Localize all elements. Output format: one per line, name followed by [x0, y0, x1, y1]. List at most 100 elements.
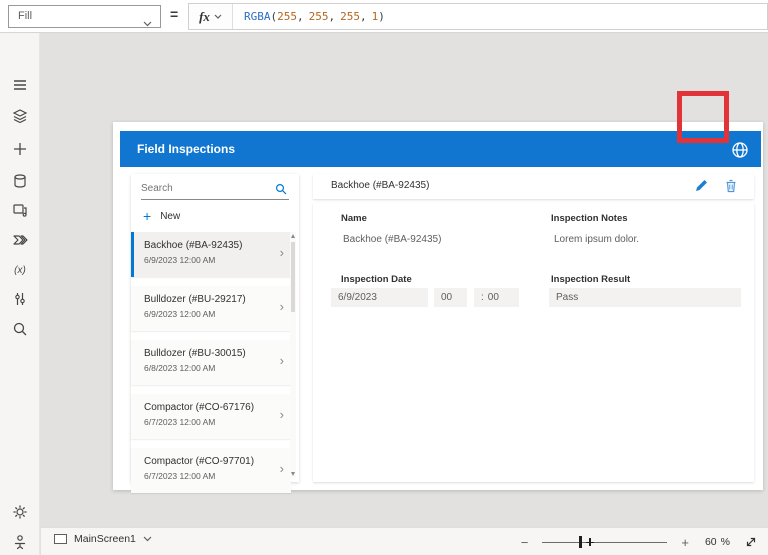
app-screen[interactable]: Field Inspections + New	[113, 122, 763, 493]
chevron-right-icon: ›	[279, 245, 284, 260]
zoom-in-button[interactable]: +	[675, 535, 695, 550]
screen-icon	[54, 534, 67, 544]
data-icon[interactable]	[11, 172, 29, 190]
chevron-right-icon: ›	[279, 299, 284, 314]
formula-paren: )	[378, 10, 385, 23]
result-input[interactable]: Pass	[549, 288, 741, 307]
chevron-down-icon	[143, 536, 152, 542]
delete-trash-icon[interactable]	[724, 179, 738, 193]
bottom-status-bar: MainScreen1 − + 60 %	[41, 527, 768, 555]
date-label: Inspection Date	[341, 274, 412, 285]
item-title: Compactor (#CO-67176)	[144, 402, 255, 413]
formula-comma: ,	[328, 10, 336, 23]
formula-number: 255	[277, 10, 297, 23]
gallery-panel: + New Backhoe (#BA-92435) 6/9/2023 12:00…	[131, 174, 299, 493]
design-canvas[interactable]: Field Inspections + New	[41, 34, 768, 527]
tree-view-icon[interactable]	[11, 107, 29, 125]
property-selector-value: Fill	[18, 10, 33, 22]
formula-bar: fx RGBA(255, 255, 255, 1)	[188, 3, 768, 30]
minute-value: 00	[487, 292, 499, 303]
hour-input[interactable]: 00	[434, 288, 467, 307]
search-box[interactable]	[141, 178, 289, 200]
notes-value: Lorem ipsum dolor.	[554, 234, 640, 245]
formula-number: 255	[308, 10, 329, 23]
gallery-list: Backhoe (#BA-92435) 6/9/2023 12:00 AM › …	[131, 232, 291, 502]
list-item[interactable]: Bulldozer (#BU-29217) 6/9/2023 12:00 AM …	[131, 286, 291, 331]
fit-to-window-icon[interactable]	[744, 535, 758, 549]
insert-plus-icon[interactable]	[11, 140, 29, 158]
item-title: Bulldozer (#BU-30015)	[144, 348, 246, 359]
time-separator: :	[481, 292, 484, 303]
list-item[interactable]: Compactor (#CO-67176) 6/7/2023 12:00 AM …	[131, 394, 291, 439]
plus-icon: +	[143, 208, 152, 224]
slider-100-tick	[586, 541, 595, 543]
search-icon[interactable]	[11, 320, 29, 338]
chevron-right-icon: ›	[279, 461, 284, 476]
item-date: 6/9/2023 12:00 AM	[144, 255, 216, 265]
left-icon-rail: (x)	[0, 33, 40, 555]
power-automate-icon[interactable]	[11, 231, 29, 249]
result-label: Inspection Result	[551, 274, 631, 285]
hamburger-menu-icon[interactable]	[11, 76, 29, 94]
item-date: 6/9/2023 12:00 AM	[144, 309, 216, 319]
list-scrollbar[interactable]	[290, 232, 296, 478]
chevron-down-icon	[143, 14, 152, 35]
globe-icon[interactable]	[730, 140, 750, 160]
zoom-percentage-value: 60	[704, 536, 717, 548]
item-date: 6/7/2023 12:00 AM	[144, 417, 216, 427]
item-date: 6/8/2023 12:00 AM	[144, 363, 216, 373]
fx-icon: fx	[199, 8, 210, 24]
screen-selector[interactable]: MainScreen1	[54, 533, 152, 545]
new-button-label: New	[160, 210, 181, 222]
settings-gear-icon[interactable]	[11, 503, 29, 521]
media-icon[interactable]	[11, 201, 29, 219]
formula-number: 255	[340, 10, 360, 23]
chevron-down-icon	[214, 14, 222, 19]
equals-sign: =	[170, 6, 179, 22]
fx-dropdown-button[interactable]: fx	[189, 4, 233, 29]
item-date: 6/7/2023 12:00 AM	[144, 471, 216, 481]
formula-comma: ,	[297, 10, 304, 23]
search-input[interactable]	[141, 178, 269, 199]
chevron-right-icon: ›	[279, 353, 284, 368]
formula-function: RGBA	[244, 10, 271, 23]
property-selector[interactable]: Fill	[8, 5, 161, 28]
formula-toolbar: Fill = fx RGBA(255, 255, 255, 1)	[0, 0, 768, 33]
list-item[interactable]: Backhoe (#BA-92435) 6/9/2023 12:00 AM ›	[131, 232, 291, 277]
zoom-slider[interactable]	[542, 535, 668, 549]
chevron-right-icon: ›	[279, 407, 284, 422]
detail-header-card: Backhoe (#BA-92435)	[313, 174, 754, 199]
formula-comma: ,	[360, 10, 367, 23]
scrollbar-thumb[interactable]	[291, 242, 295, 312]
list-item[interactable]: Bulldozer (#BU-30015) 6/8/2023 12:00 AM …	[131, 340, 291, 385]
screen-name: MainScreen1	[74, 533, 136, 545]
slider-track[interactable]	[542, 541, 668, 543]
detail-title: Backhoe (#BA-92435)	[331, 180, 430, 191]
app-title: Field Inspections	[137, 142, 236, 156]
date-input[interactable]: 6/9/2023	[331, 288, 428, 307]
name-value: Backhoe (#BA-92435)	[343, 234, 442, 245]
accessibility-person-icon[interactable]	[11, 533, 29, 551]
zoom-out-button[interactable]: −	[515, 535, 535, 550]
list-item[interactable]: Compactor (#CO-97701) 6/7/2023 12:00 AM …	[131, 448, 291, 493]
detail-form-card: Name Backhoe (#BA-92435) Inspection Note…	[313, 203, 754, 482]
item-title: Compactor (#CO-97701)	[144, 456, 255, 467]
item-title: Bulldozer (#BU-29217)	[144, 294, 246, 305]
powerapps-studio: Fill = fx RGBA(255, 255, 255, 1) (x) Fie…	[0, 0, 768, 555]
edit-pencil-icon[interactable]	[694, 179, 708, 193]
name-label: Name	[341, 213, 367, 224]
item-title: Backhoe (#BA-92435)	[144, 240, 243, 251]
zoom-controls: − + 60 %	[515, 528, 758, 555]
scroll-up-arrow[interactable]	[291, 234, 295, 238]
scroll-down-arrow[interactable]	[291, 472, 295, 476]
formula-input[interactable]: RGBA(255, 255, 255, 1)	[233, 4, 767, 29]
minute-input[interactable]: :00	[474, 288, 519, 307]
search-icon[interactable]	[275, 182, 287, 200]
slider-thumb[interactable]	[579, 536, 583, 548]
variables-icon[interactable]: (x)	[11, 261, 29, 279]
notes-label: Inspection Notes	[551, 213, 628, 224]
app-header-bar[interactable]: Field Inspections	[120, 131, 761, 167]
new-record-button[interactable]: + New	[143, 206, 180, 226]
percent-sign: %	[720, 536, 730, 548]
advanced-tools-icon[interactable]	[11, 290, 29, 308]
